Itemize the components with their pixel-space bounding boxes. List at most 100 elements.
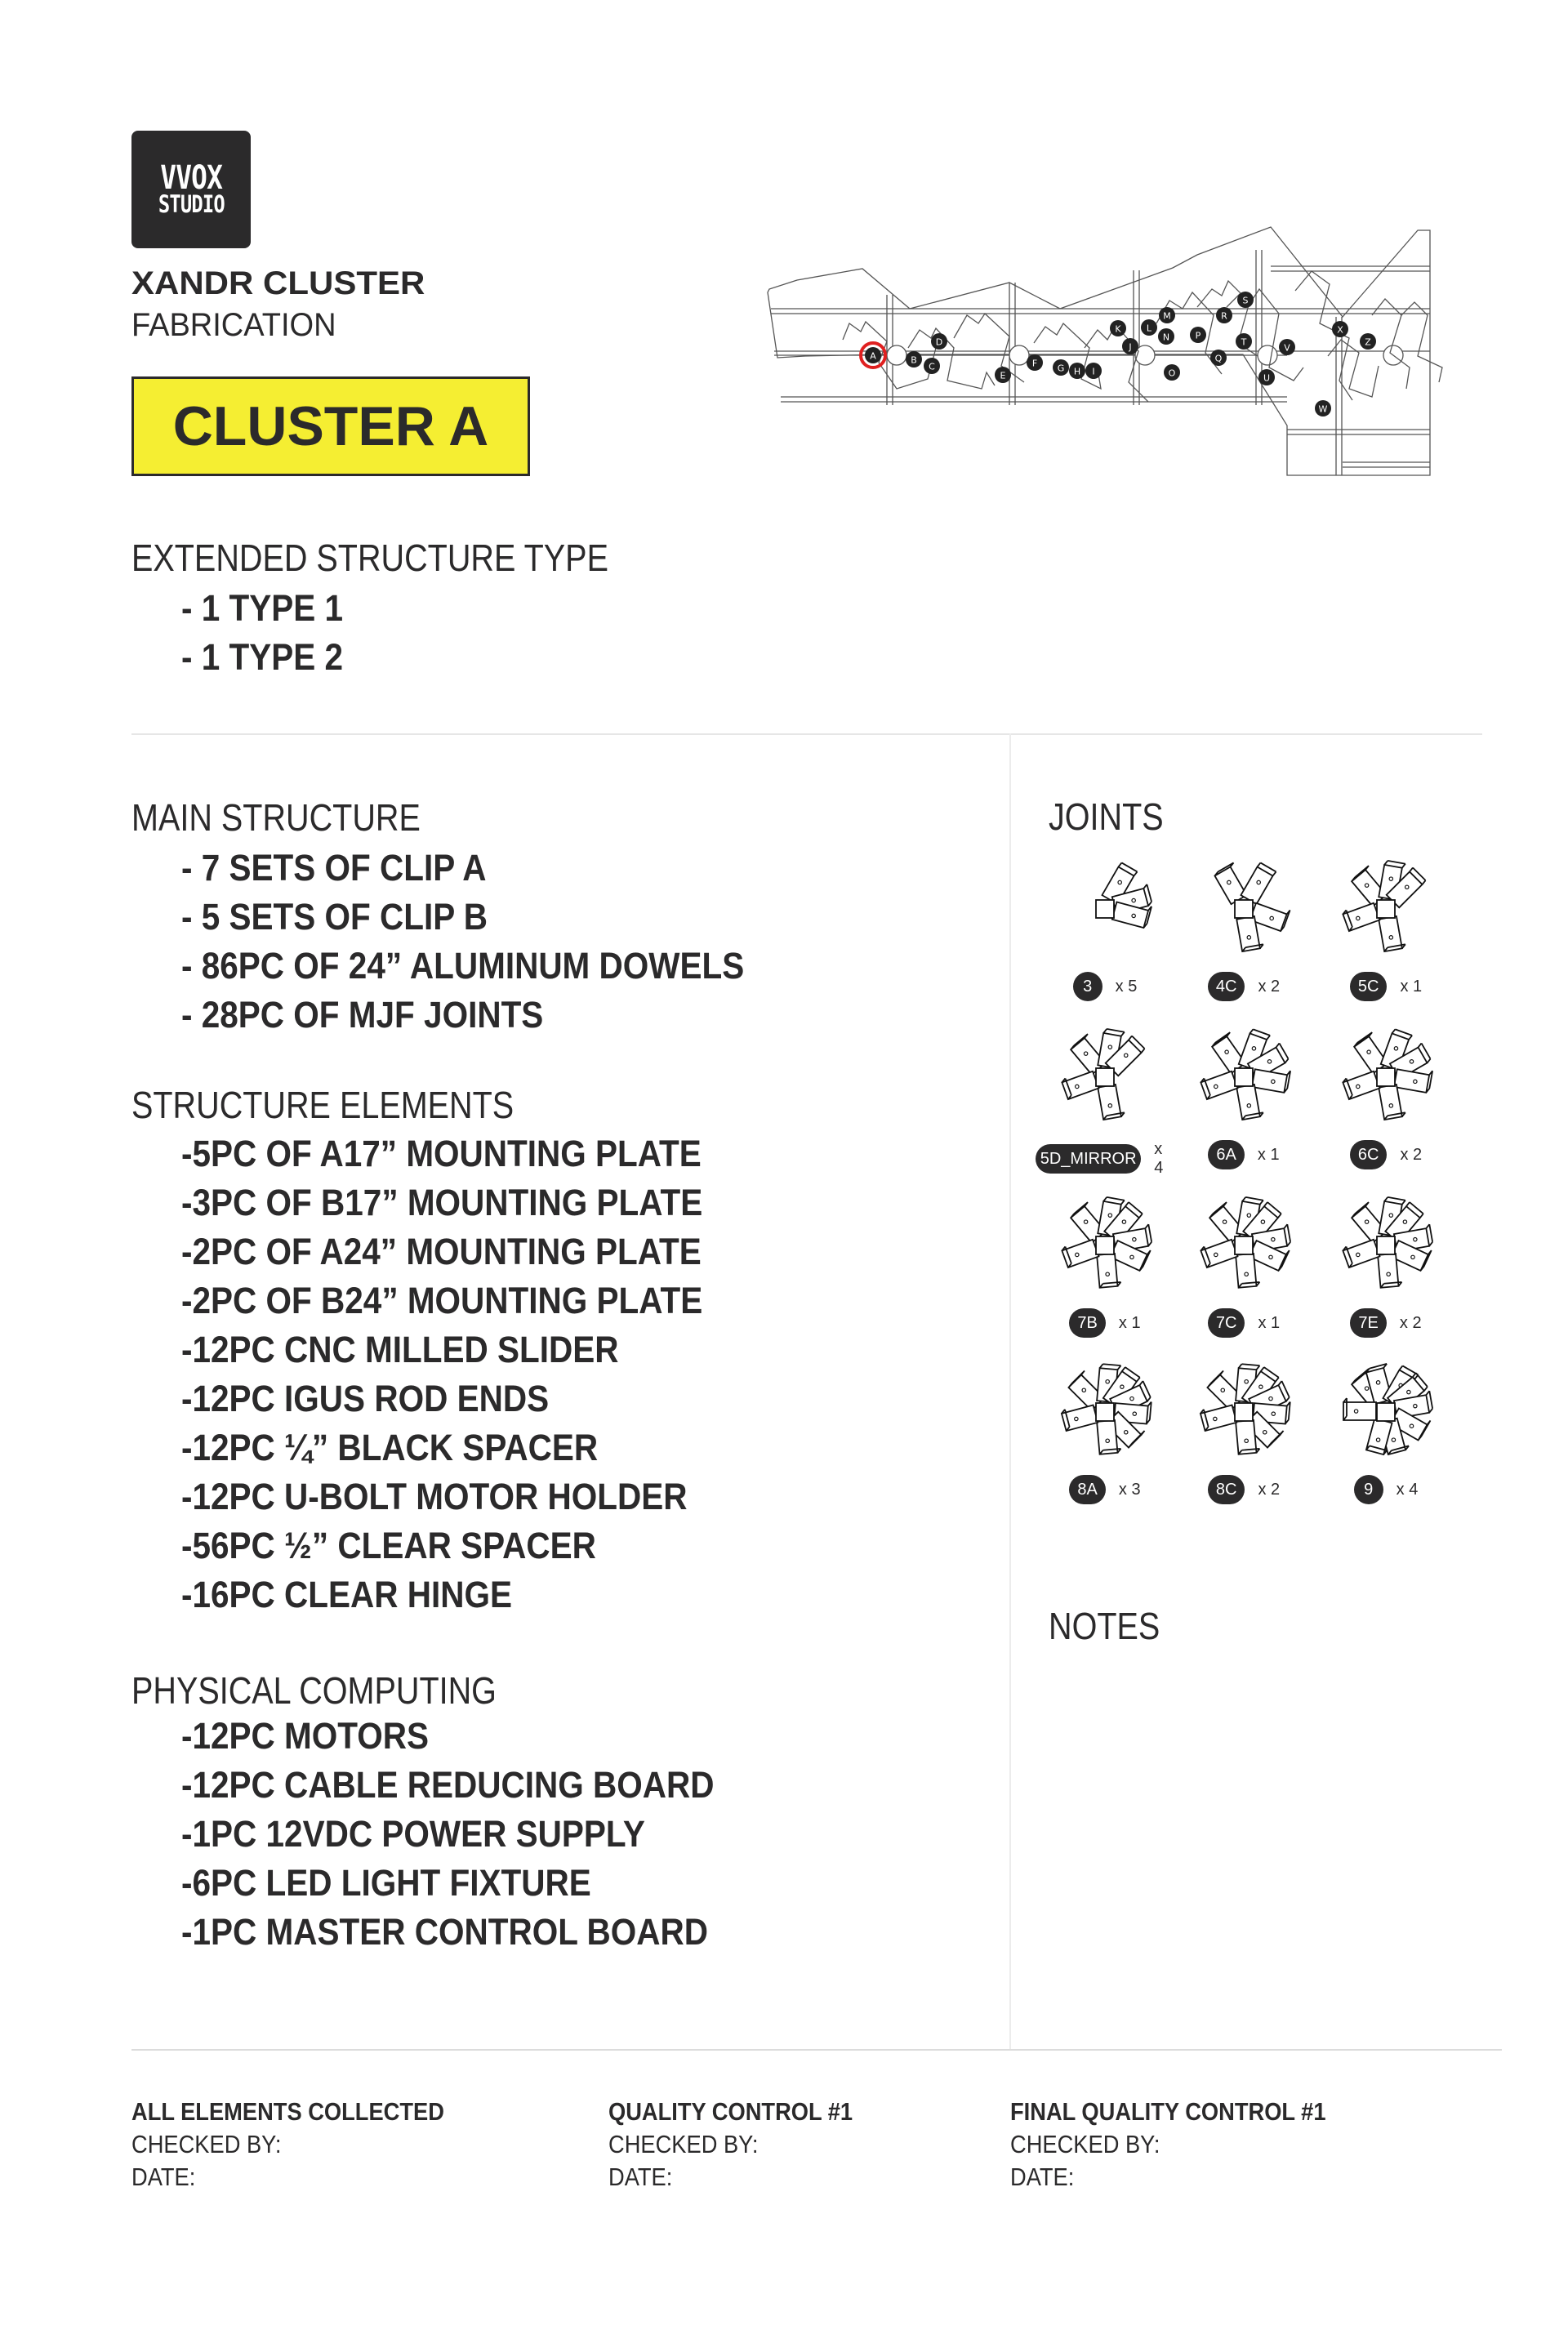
svg-text:V: V bbox=[1284, 343, 1290, 354]
joint-label-row: 9 x 4 bbox=[1316, 1475, 1455, 1504]
joint-quantity: x 4 bbox=[1396, 1480, 1419, 1499]
joint-diagram-icon bbox=[1214, 862, 1291, 953]
cluster-key-map: A B C D E F G H I JK LMN O P Q R S T U V W X Z bbox=[767, 226, 1443, 476]
structure-elements-item: -16PC CLEAR HINGE bbox=[181, 1574, 513, 1615]
map-node-d: D bbox=[931, 333, 947, 350]
logo-text-line1: VVOX bbox=[160, 159, 223, 198]
joint-label-row: 3 x 5 bbox=[1036, 972, 1174, 1001]
joint-code-badge: 7C bbox=[1207, 1308, 1245, 1338]
checked-by-field[interactable]: CHECKED BY: bbox=[131, 2130, 444, 2159]
joint-8c: 8C x 2 bbox=[1174, 1352, 1313, 1516]
structure-elements-item: -12PC IGUS ROD ENDS bbox=[181, 1378, 550, 1419]
joint-quantity: x 1 bbox=[1257, 1145, 1280, 1164]
checked-by-field[interactable]: CHECKED BY: bbox=[1010, 2130, 1326, 2159]
structure-elements-item: -3PC OF B17” MOUNTING PLATE bbox=[181, 1182, 703, 1223]
svg-text:K: K bbox=[1115, 324, 1121, 335]
joint-quantity: x 2 bbox=[1258, 1480, 1281, 1499]
main-structure-heading: MAIN STRUCTURE bbox=[131, 796, 421, 839]
extended-structure-item: - 1 TYPE 2 bbox=[181, 636, 344, 678]
joint-diagram-icon bbox=[1060, 1363, 1152, 1455]
joint-code-badge: 7E bbox=[1350, 1308, 1387, 1338]
date-field[interactable]: DATE: bbox=[1010, 2163, 1326, 2192]
project-subtitle: FABRICATION bbox=[131, 307, 336, 343]
joint-label-row: 8C x 2 bbox=[1174, 1475, 1313, 1504]
map-node-g: G bbox=[1053, 359, 1069, 376]
joint-diagram-icon bbox=[1342, 859, 1427, 953]
notes-area[interactable] bbox=[1049, 1658, 1490, 2017]
date-field[interactable]: DATE: bbox=[608, 2163, 853, 2192]
map-node-w: W bbox=[1315, 400, 1331, 416]
joint-code-badge: 7B bbox=[1069, 1308, 1106, 1338]
map-node-s: S bbox=[1237, 292, 1254, 308]
svg-text:C: C bbox=[929, 362, 935, 372]
signoff-quality-control: QUALITY CONTROL #1 CHECKED BY: DATE: bbox=[608, 2097, 886, 2192]
svg-text:D: D bbox=[936, 337, 942, 348]
physical-computing-item: -12PC MOTORS bbox=[181, 1715, 430, 1757]
signoff-title: QUALITY CONTROL #1 bbox=[608, 2097, 853, 2126]
cluster-badge: CLUSTER A bbox=[131, 376, 530, 476]
joint-code-badge: 5C bbox=[1349, 972, 1388, 1001]
svg-text:O: O bbox=[1169, 368, 1176, 379]
map-node-o: O bbox=[1164, 364, 1180, 381]
structure-elements-item: -56PC ½” CLEAR SPACER bbox=[181, 1525, 596, 1566]
svg-text:G: G bbox=[1058, 363, 1065, 374]
joint-9: 9 x 4 bbox=[1316, 1352, 1455, 1516]
joint-quantity: x 1 bbox=[1400, 977, 1423, 996]
svg-text:J: J bbox=[1128, 342, 1131, 353]
structure-elements-item: -2PC OF B24” MOUNTING PLATE bbox=[181, 1280, 703, 1321]
joint-quantity: x 2 bbox=[1400, 1145, 1423, 1164]
physical-computing-item: -1PC 12VDC POWER SUPPLY bbox=[181, 1813, 645, 1855]
svg-text:A: A bbox=[870, 351, 876, 362]
svg-text:W: W bbox=[1319, 404, 1328, 415]
svg-text:Q: Q bbox=[1215, 354, 1223, 364]
joint-diagram-icon bbox=[1200, 1196, 1292, 1289]
svg-text:B: B bbox=[911, 355, 917, 366]
joint-diagram-icon bbox=[1343, 1363, 1434, 1456]
map-node-l: L bbox=[1141, 319, 1157, 336]
map-node-z: Z bbox=[1360, 333, 1376, 350]
joint-code-badge: 3 bbox=[1072, 972, 1102, 1001]
joint-3: 3 x 5 bbox=[1036, 849, 1174, 1013]
joint-diagram-icon bbox=[1199, 1363, 1291, 1455]
joint-4c: 4C x 2 bbox=[1174, 849, 1313, 1013]
checked-by-field[interactable]: CHECKED BY: bbox=[608, 2130, 853, 2159]
joint-quantity: x 1 bbox=[1258, 1313, 1281, 1332]
joint-5c: 5C x 1 bbox=[1316, 849, 1455, 1013]
joint-quantity: x 2 bbox=[1399, 1313, 1422, 1332]
joint-diagram-icon bbox=[1342, 1028, 1434, 1121]
svg-text:M: M bbox=[1163, 311, 1171, 322]
svg-text:F: F bbox=[1032, 359, 1037, 369]
joint-label-row: 7E x 2 bbox=[1316, 1308, 1455, 1338]
joint-label-row: 6C x 2 bbox=[1316, 1140, 1455, 1169]
map-node-r: R bbox=[1216, 307, 1232, 323]
physical-computing-heading: PHYSICAL COMPUTING bbox=[131, 1669, 497, 1712]
map-node-t: T bbox=[1236, 333, 1252, 350]
map-node-j: J bbox=[1122, 338, 1138, 354]
map-node-v: V bbox=[1279, 339, 1295, 355]
map-node-x: X bbox=[1332, 321, 1348, 337]
main-structure-item: - 5 SETS OF CLIP B bbox=[181, 896, 488, 938]
svg-text:X: X bbox=[1337, 325, 1343, 336]
studio-logo: VVOX STUDIO bbox=[131, 131, 251, 248]
main-structure-item: - 28PC OF MJF JOINTS bbox=[181, 994, 544, 1036]
joint-quantity: x 2 bbox=[1258, 977, 1281, 996]
joint-diagram-icon bbox=[1095, 862, 1152, 929]
map-node-b: B bbox=[906, 351, 922, 368]
joint-diagram-icon bbox=[1061, 1196, 1153, 1289]
svg-text:T: T bbox=[1241, 337, 1247, 348]
map-node-u: U bbox=[1258, 369, 1275, 385]
column-divider bbox=[1009, 733, 1011, 2049]
joint-code-badge: 5D_MIRROR bbox=[1036, 1144, 1142, 1174]
joints-heading: JOINTS bbox=[1049, 795, 1164, 838]
section-divider-bottom bbox=[131, 2049, 1502, 2051]
map-node-i: I bbox=[1085, 363, 1102, 379]
date-field[interactable]: DATE: bbox=[131, 2163, 444, 2192]
joint-8a: 8A x 3 bbox=[1036, 1352, 1174, 1516]
main-structure-item: - 86PC OF 24” ALUMINUM DOWELS bbox=[181, 945, 745, 987]
joint-code-badge: 6C bbox=[1349, 1140, 1388, 1169]
logo-text-line2: STUDIO bbox=[158, 190, 225, 219]
joint-6c: 6C x 2 bbox=[1316, 1018, 1455, 1181]
svg-text:N: N bbox=[1163, 332, 1169, 343]
map-node-e: E bbox=[995, 367, 1011, 383]
signoff-title: FINAL QUALITY CONTROL #1 bbox=[1010, 2097, 1326, 2126]
